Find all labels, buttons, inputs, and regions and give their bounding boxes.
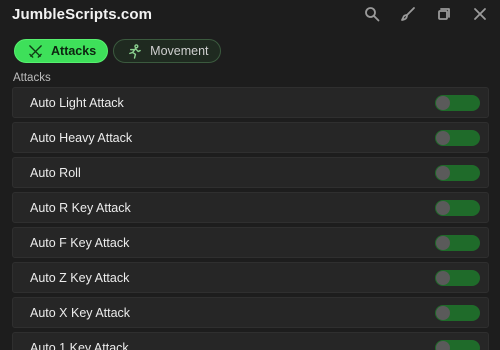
toggle-knob — [436, 200, 450, 215]
tab-attacks-label: Attacks — [51, 44, 97, 58]
tab-movement-label: Movement — [150, 44, 209, 58]
list-item[interactable]: Auto X Key Attack — [12, 297, 489, 328]
toggle-knob — [436, 235, 450, 250]
toggle-knob — [436, 270, 450, 285]
item-label: Auto R Key Attack — [30, 200, 131, 215]
item-label: Auto Light Attack — [30, 95, 124, 110]
search-button[interactable] — [360, 2, 384, 26]
app-window: JumbleScripts.com Attacks Movement Attac… — [0, 0, 500, 350]
tab-movement[interactable]: Movement — [113, 39, 221, 63]
list-item[interactable]: Auto Light Attack — [12, 87, 489, 118]
window-actions — [348, 0, 500, 28]
item-label: Auto 1 Key Attack — [30, 340, 129, 350]
toggle-knob — [436, 165, 450, 180]
toggle-switch[interactable] — [435, 269, 480, 286]
toggle-switch[interactable] — [435, 339, 480, 350]
toggle-knob — [436, 130, 450, 145]
tab-bar: Attacks Movement — [14, 39, 221, 63]
list-item[interactable]: Auto Z Key Attack — [12, 262, 489, 293]
toggle-switch[interactable] — [435, 94, 480, 111]
toggle-switch[interactable] — [435, 304, 480, 321]
feature-list: Auto Light Attack Auto Heavy Attack Auto… — [12, 87, 489, 350]
list-item[interactable]: Auto 1 Key Attack — [12, 332, 489, 350]
list-item[interactable]: Auto Heavy Attack — [12, 122, 489, 153]
minimize-icon — [438, 8, 450, 20]
crossed-swords-icon — [28, 44, 43, 59]
toggle-switch[interactable] — [435, 164, 480, 181]
toggle-switch[interactable] — [435, 129, 480, 146]
toggle-switch[interactable] — [435, 234, 480, 251]
item-label: Auto X Key Attack — [30, 305, 131, 320]
item-label: Auto Roll — [30, 165, 81, 180]
item-label: Auto Z Key Attack — [30, 270, 130, 285]
theme-button[interactable] — [396, 2, 420, 26]
toggle-knob — [436, 340, 450, 350]
brush-icon — [401, 7, 415, 21]
search-icon — [365, 7, 380, 22]
close-icon — [474, 8, 486, 20]
toggle-switch[interactable] — [435, 199, 480, 216]
toggle-knob — [436, 305, 450, 320]
minimize-button[interactable] — [432, 2, 456, 26]
close-button[interactable] — [468, 2, 492, 26]
list-item[interactable]: Auto R Key Attack — [12, 192, 489, 223]
list-item[interactable]: Auto Roll — [12, 157, 489, 188]
title-bar: JumbleScripts.com — [0, 0, 500, 28]
running-figure-icon — [127, 43, 142, 59]
item-label: Auto F Key Attack — [30, 235, 130, 250]
section-title: Attacks — [13, 72, 51, 84]
tab-attacks[interactable]: Attacks — [14, 39, 109, 63]
app-title: JumbleScripts.com — [12, 5, 153, 23]
toggle-knob — [436, 95, 450, 110]
item-label: Auto Heavy Attack — [30, 130, 133, 145]
list-item[interactable]: Auto F Key Attack — [12, 227, 489, 258]
